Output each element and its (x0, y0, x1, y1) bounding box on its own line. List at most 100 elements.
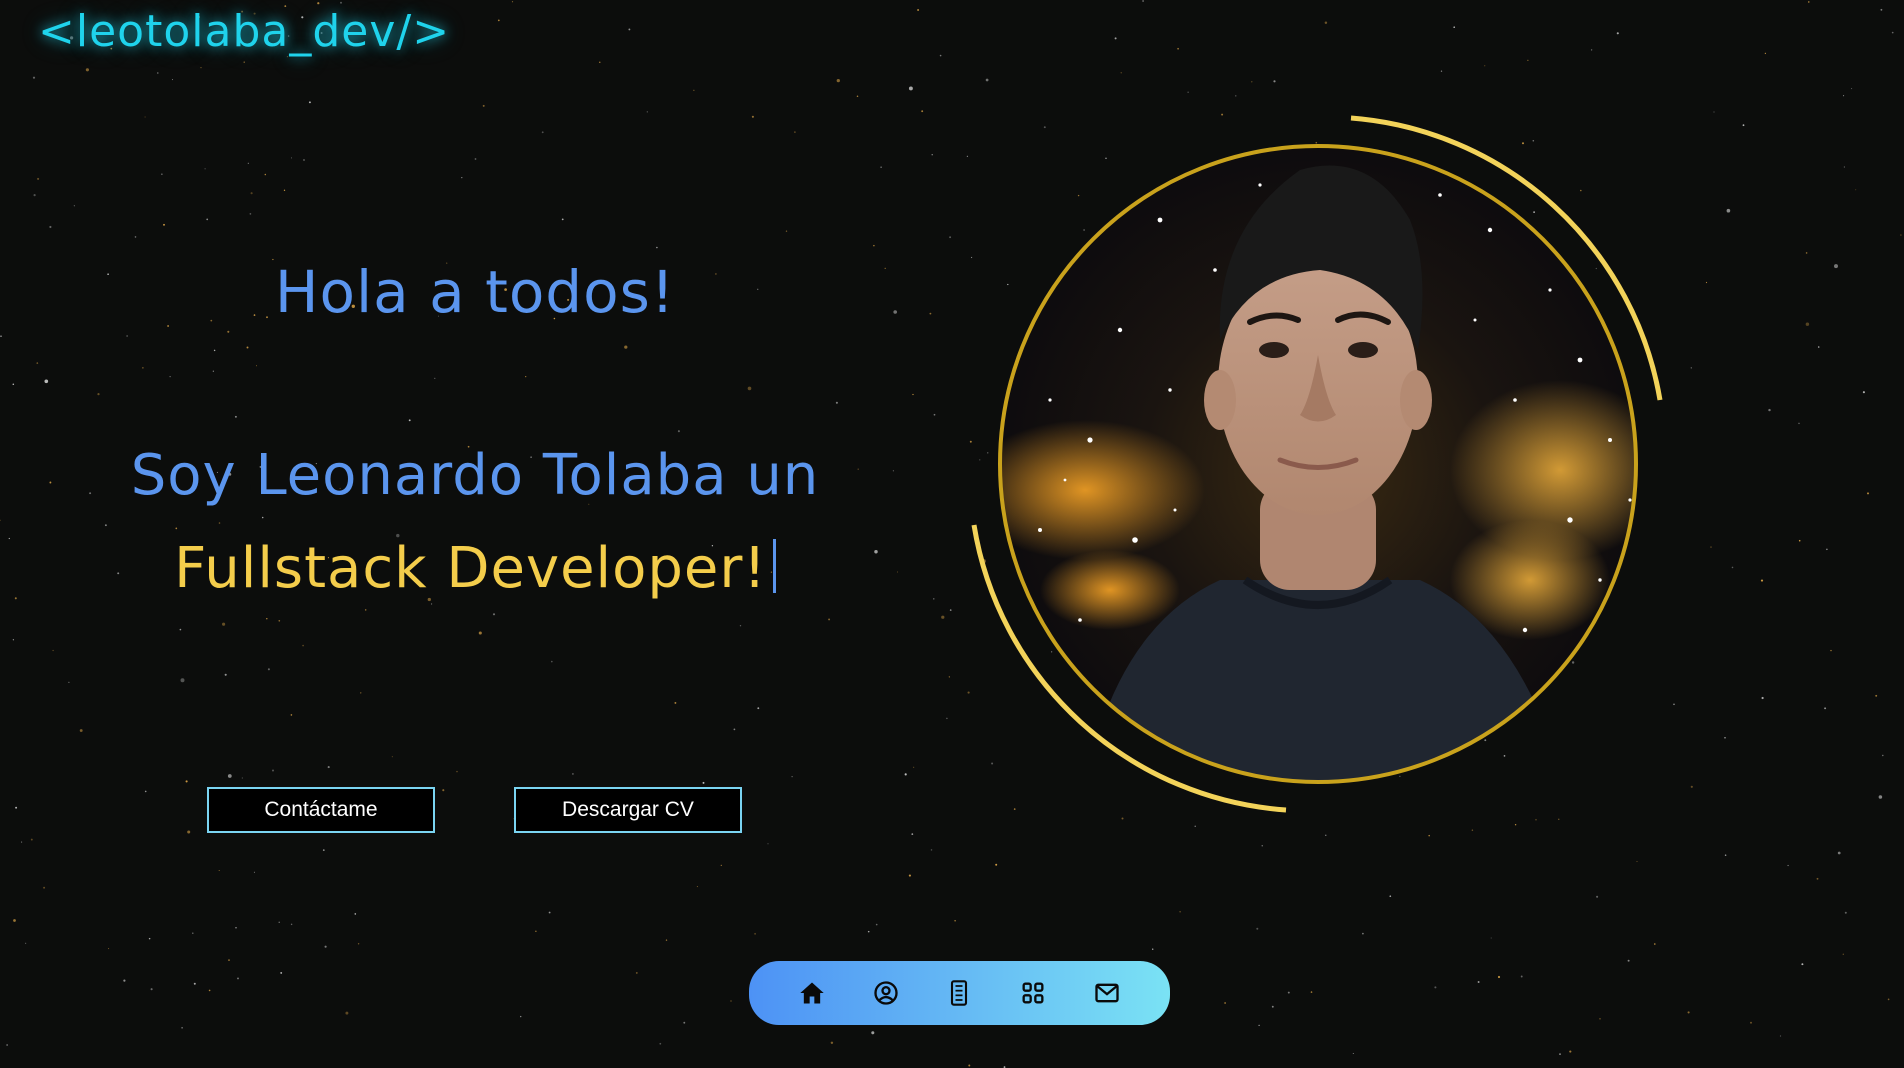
site-logo[interactable]: <leotolaba_dev/> (38, 6, 450, 57)
nav-contact[interactable] (1087, 973, 1127, 1013)
star (835, 401, 838, 404)
star (525, 376, 527, 378)
star (250, 192, 253, 195)
star (1434, 986, 1437, 989)
star (237, 977, 239, 980)
star (946, 717, 948, 720)
star (278, 921, 280, 923)
nav-home[interactable] (792, 973, 832, 1013)
nav-resume[interactable] (939, 973, 979, 1013)
star (674, 701, 677, 704)
star (571, 772, 574, 775)
star (677, 430, 680, 433)
star (1713, 111, 1715, 113)
star (1352, 1052, 1354, 1055)
star (1484, 65, 1486, 67)
nav-portfolio[interactable] (1013, 973, 1053, 1013)
star (1596, 895, 1599, 898)
star (933, 413, 936, 416)
star (227, 774, 232, 778)
star (628, 28, 631, 31)
star (1798, 422, 1800, 425)
star (949, 236, 952, 239)
star (283, 189, 286, 191)
star (873, 244, 875, 247)
star (1224, 1002, 1226, 1004)
star (1569, 1050, 1572, 1053)
star (0, 335, 2, 337)
star (1731, 566, 1734, 569)
star (97, 393, 100, 396)
star (222, 622, 226, 626)
star (985, 78, 989, 82)
star (939, 54, 942, 57)
star (1527, 59, 1529, 61)
star (360, 692, 362, 694)
grid-icon (1022, 982, 1044, 1004)
star (948, 676, 950, 678)
star (1843, 95, 1845, 97)
star (272, 769, 274, 772)
star (968, 1064, 971, 1067)
star (474, 158, 477, 160)
star (548, 911, 551, 914)
star (134, 236, 137, 238)
star (290, 157, 293, 159)
contact-button[interactable]: Contáctame (207, 787, 435, 833)
star (921, 110, 924, 113)
star (345, 1011, 349, 1015)
star (44, 379, 49, 384)
star (1875, 694, 1878, 697)
star (1235, 95, 1237, 97)
download-cv-button[interactable]: Descargar CV (514, 787, 742, 833)
page: <leotolaba_dev/> Hola a todos! Soy Leona… (0, 0, 1904, 1068)
star (836, 78, 840, 83)
star (180, 678, 185, 683)
star (317, 2, 320, 5)
star (218, 869, 220, 872)
star (123, 979, 126, 982)
star (171, 79, 174, 81)
star (175, 527, 178, 530)
star (150, 988, 153, 991)
typing-caret (772, 539, 776, 593)
star (264, 173, 267, 176)
nav-about[interactable] (866, 973, 906, 1013)
star (941, 615, 945, 619)
star (1724, 737, 1726, 739)
star (408, 419, 411, 422)
star (1866, 492, 1870, 495)
star (1271, 1005, 1274, 1008)
star (431, 603, 433, 605)
star (280, 971, 283, 974)
star (954, 920, 956, 922)
star (1453, 26, 1456, 29)
star (308, 101, 311, 104)
star (904, 773, 907, 776)
star (224, 673, 227, 676)
star (1599, 1018, 1601, 1020)
star (1808, 1, 1810, 3)
star (13, 919, 16, 922)
star (1826, 548, 1828, 551)
document-icon (951, 980, 968, 1006)
user-circle-icon (874, 981, 898, 1005)
profile-portrait (970, 110, 1670, 830)
star (1673, 703, 1675, 706)
star (85, 68, 89, 72)
star (218, 522, 221, 524)
mail-icon (1095, 983, 1119, 1003)
star (1805, 322, 1810, 326)
star (1726, 208, 1731, 213)
star (1830, 649, 1832, 652)
star (535, 930, 537, 932)
star (1490, 937, 1492, 939)
star (68, 681, 70, 684)
star (1654, 943, 1656, 945)
star (511, 1, 514, 3)
star (720, 864, 722, 867)
star (43, 886, 46, 889)
star (1779, 1035, 1782, 1037)
star (253, 871, 255, 873)
star (1843, 166, 1846, 168)
